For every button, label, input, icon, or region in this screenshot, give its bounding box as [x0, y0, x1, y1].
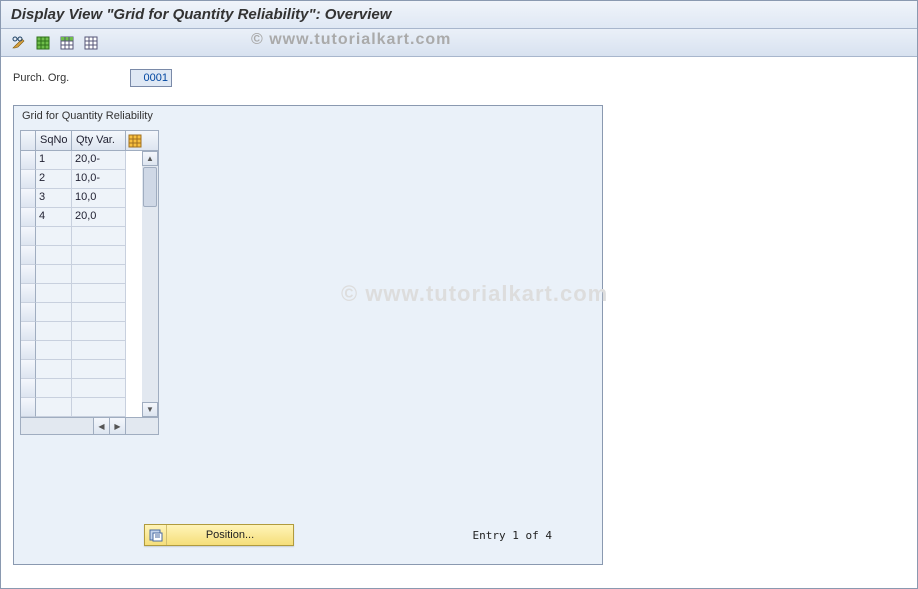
hscroll-track[interactable] — [21, 418, 93, 434]
table-row: 310,0 — [21, 189, 158, 208]
cell-sqno[interactable] — [36, 227, 72, 246]
pencil-glasses-icon — [11, 35, 27, 51]
row-selector[interactable] — [21, 379, 36, 398]
select-block-button[interactable] — [57, 33, 77, 53]
row-selector[interactable] — [21, 322, 36, 341]
scroll-left-button[interactable]: ◀ — [93, 418, 109, 434]
table-row — [21, 284, 158, 303]
scroll-track[interactable] — [142, 208, 158, 402]
table-row — [21, 246, 158, 265]
toggle-display-change-button[interactable] — [9, 33, 29, 53]
scroll-thumb[interactable] — [143, 167, 157, 207]
row-selector[interactable] — [21, 170, 36, 189]
position-button[interactable]: Position... — [144, 524, 294, 546]
row-selector[interactable] — [21, 246, 36, 265]
entry-status-label: Entry 1 of 4 — [473, 529, 552, 542]
cell-qtyvar[interactable] — [72, 265, 126, 284]
purch-org-field[interactable] — [130, 69, 172, 87]
scroll-right-button[interactable]: ▶ — [109, 418, 125, 434]
table-deselect-icon — [83, 35, 99, 51]
deselect-all-button[interactable] — [81, 33, 101, 53]
row-selector[interactable] — [21, 227, 36, 246]
watermark: © www.tutorialkart.com — [251, 31, 451, 49]
row-selector[interactable] — [21, 208, 36, 227]
table-row — [21, 379, 158, 398]
cell-qtyvar[interactable] — [72, 284, 126, 303]
cell-sqno[interactable] — [36, 303, 72, 322]
cell-sqno[interactable]: 3 — [36, 189, 72, 208]
cell-qtyvar[interactable] — [72, 379, 126, 398]
hscroll-corner — [125, 418, 141, 434]
header-row-selector[interactable] — [21, 131, 36, 150]
table-row: 210,0- — [21, 170, 158, 189]
cell-qtyvar[interactable] — [72, 398, 126, 417]
row-selector[interactable] — [21, 265, 36, 284]
purch-org-label: Purch. Org. — [13, 72, 118, 84]
cell-sqno[interactable] — [36, 284, 72, 303]
row-selector[interactable] — [21, 151, 36, 170]
cell-sqno[interactable] — [36, 398, 72, 417]
table-row — [21, 341, 158, 360]
table-row — [21, 227, 158, 246]
grid-body: 120,0-210,0-310,0420,0 ▲ ▼ — [21, 151, 158, 417]
table-row — [21, 360, 158, 379]
table-row: 420,0 — [21, 208, 158, 227]
row-selector[interactable] — [21, 398, 36, 417]
cell-sqno[interactable]: 1 — [36, 151, 72, 170]
row-selector[interactable] — [21, 189, 36, 208]
title-bar: Display View "Grid for Quantity Reliabil… — [1, 1, 917, 29]
cell-qtyvar[interactable] — [72, 360, 126, 379]
scroll-down-button[interactable]: ▼ — [142, 402, 158, 417]
cell-qtyvar[interactable] — [72, 322, 126, 341]
data-grid: SqNo Qty Var. 120,0-210,0-310,0420,0 ▲ ▼… — [20, 130, 159, 435]
row-selector[interactable] — [21, 341, 36, 360]
row-selector[interactable] — [21, 303, 36, 322]
panel-title: Grid for Quantity Reliability — [14, 106, 602, 126]
table-row — [21, 322, 158, 341]
content-area: Purch. Org. Grid for Quantity Reliabilit… — [1, 57, 917, 577]
cell-qtyvar[interactable] — [72, 303, 126, 322]
cell-qtyvar[interactable]: 10,0- — [72, 170, 126, 189]
cell-sqno[interactable] — [36, 341, 72, 360]
cell-qtyvar[interactable] — [72, 341, 126, 360]
cell-sqno[interactable] — [36, 360, 72, 379]
grid-panel: Grid for Quantity Reliability SqNo Qty V… — [13, 105, 603, 565]
cell-qtyvar[interactable] — [72, 227, 126, 246]
table-row: 120,0- — [21, 151, 158, 170]
toolbar: © www.tutorialkart.com — [1, 29, 917, 57]
horizontal-scrollbar[interactable]: ◀ ▶ — [21, 417, 158, 434]
cell-sqno[interactable] — [36, 265, 72, 284]
cell-sqno[interactable]: 2 — [36, 170, 72, 189]
table-select-block-icon — [59, 35, 75, 51]
page-title: Display View "Grid for Quantity Reliabil… — [11, 6, 907, 23]
cell-qtyvar[interactable]: 20,0 — [72, 208, 126, 227]
cell-sqno[interactable] — [36, 246, 72, 265]
position-button-label: Position... — [167, 529, 293, 541]
vertical-scrollbar[interactable]: ▲ ▼ — [142, 151, 158, 417]
form-row-purch-org: Purch. Org. — [13, 69, 905, 87]
table-select-all-icon — [35, 35, 51, 51]
column-header-sqno[interactable]: SqNo — [36, 131, 72, 150]
grid-header-row: SqNo Qty Var. — [21, 131, 158, 151]
table-row — [21, 265, 158, 284]
position-icon — [145, 525, 167, 545]
select-all-button[interactable] — [33, 33, 53, 53]
table-row — [21, 398, 158, 417]
row-selector[interactable] — [21, 360, 36, 379]
row-selector[interactable] — [21, 284, 36, 303]
cell-sqno[interactable] — [36, 322, 72, 341]
cell-qtyvar[interactable]: 10,0 — [72, 189, 126, 208]
scroll-up-button[interactable]: ▲ — [142, 151, 158, 166]
cell-sqno[interactable]: 4 — [36, 208, 72, 227]
table-settings-button[interactable] — [126, 131, 144, 150]
cell-sqno[interactable] — [36, 379, 72, 398]
table-config-icon — [128, 134, 142, 148]
column-header-qtyvar[interactable]: Qty Var. — [72, 131, 126, 150]
cell-qtyvar[interactable] — [72, 246, 126, 265]
cell-qtyvar[interactable]: 20,0- — [72, 151, 126, 170]
table-row — [21, 303, 158, 322]
